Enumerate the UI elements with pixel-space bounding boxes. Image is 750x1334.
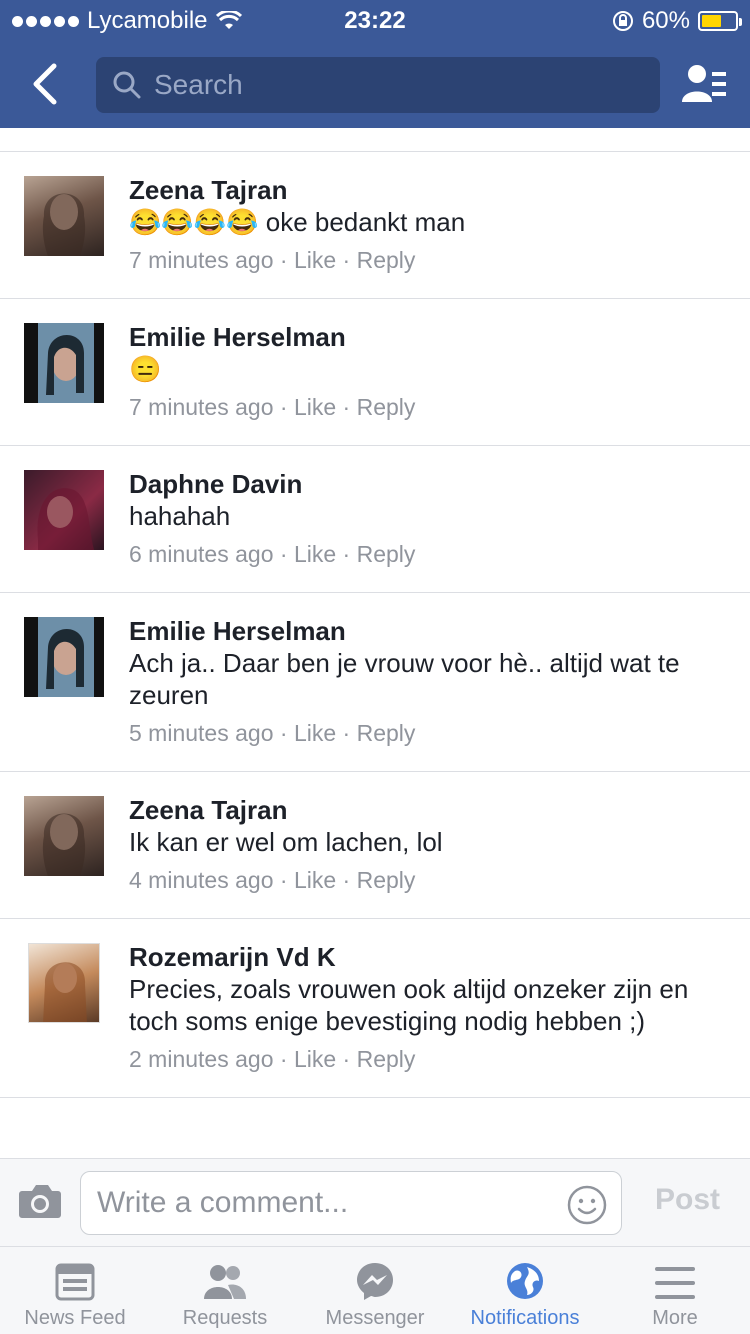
reply-button[interactable]: Reply	[357, 394, 416, 420]
news-feed-icon	[55, 1263, 95, 1301]
reply-button[interactable]: Reply	[357, 867, 416, 893]
like-button[interactable]: Like	[294, 541, 336, 567]
comment-item: Zeena Tajran 😂😂😂😂 oke bedankt man 7 minu…	[0, 152, 750, 299]
tab-notifications[interactable]: Notifications	[450, 1247, 600, 1334]
battery-icon	[698, 11, 742, 31]
comment-time: 7 minutes ago	[129, 394, 274, 420]
comment-item: Emilie Herselman Ach ja.. Daar ben je vr…	[0, 593, 750, 772]
tab-news-feed[interactable]: News Feed	[0, 1247, 150, 1334]
comment-meta: 7 minutes ago · Like · Reply	[129, 394, 416, 420]
comment-field[interactable]	[80, 1171, 622, 1235]
avatar[interactable]	[24, 617, 104, 697]
requests-icon	[204, 1265, 246, 1299]
comment-meta: 4 minutes ago · Like · Reply	[129, 867, 416, 893]
like-button[interactable]: Like	[294, 720, 336, 746]
like-button[interactable]: Like	[294, 1046, 336, 1072]
comment-meta: 2 minutes ago · Like · Reply	[129, 1046, 416, 1072]
reply-button[interactable]: Reply	[357, 541, 416, 567]
avatar[interactable]	[24, 796, 104, 876]
comment-meta: 5 minutes ago · Like · Reply	[129, 720, 416, 746]
comment-body: Ik kan er wel om lachen, lol	[129, 827, 443, 857]
tab-label: Requests	[182, 1307, 268, 1329]
navigation-bar: Search	[0, 40, 750, 128]
comment-author[interactable]: Emilie Herselman	[129, 615, 730, 647]
tab-more[interactable]: More	[600, 1247, 750, 1334]
comment-text: 😂😂😂😂 oke bedankt man	[129, 206, 730, 238]
tab-label: Messenger	[325, 1307, 425, 1329]
camera-icon[interactable]	[18, 1183, 62, 1219]
comment-item: Rozemarijn Vd K Precies, zoals vrouwen o…	[0, 919, 750, 1098]
battery-percent: 60%	[641, 7, 690, 34]
comment-time: 4 minutes ago	[129, 867, 274, 893]
avatar[interactable]	[24, 176, 104, 256]
tab-requests[interactable]: Requests	[150, 1247, 300, 1334]
reply-button[interactable]: Reply	[357, 1046, 416, 1072]
avatar[interactable]	[28, 943, 100, 1023]
tab-label: Notifications	[470, 1307, 580, 1329]
comment-item: Zeena Tajran Ik kan er wel om lachen, lo…	[0, 772, 750, 919]
avatar[interactable]	[24, 323, 104, 403]
like-button[interactable]: Like	[294, 867, 336, 893]
comment-author[interactable]: Emilie Herselman	[129, 321, 730, 353]
comment-item: Emilie Herselman 😑 7 minutes ago · Like …	[0, 299, 750, 446]
status-bar: Lycamobile 23:22 60%	[0, 0, 750, 40]
comment-time: 5 minutes ago	[129, 720, 274, 746]
comment-body: Ach ja.. Daar ben je vrouw voor hè.. alt…	[129, 648, 680, 710]
like-button[interactable]: Like	[294, 394, 336, 420]
comment-time: 6 minutes ago	[129, 541, 274, 567]
menu-icon	[655, 1267, 695, 1299]
rotation-lock-icon	[612, 11, 633, 31]
comment-time: 7 minutes ago	[129, 247, 274, 273]
reply-button[interactable]: Reply	[357, 720, 416, 746]
comment-text-input[interactable]	[81, 1172, 541, 1234]
search-input[interactable]: Search	[96, 57, 660, 113]
emoji-tears-of-joy-icon: 😂😂😂😂	[129, 207, 259, 237]
search-placeholder: Search	[154, 69, 243, 100]
tab-bar: News Feed Requests Messenger Notificatio…	[0, 1246, 750, 1334]
feed-top-divider	[0, 128, 750, 152]
messenger-icon	[357, 1263, 393, 1300]
tab-label: More	[652, 1307, 698, 1329]
reply-button[interactable]: Reply	[357, 247, 416, 273]
search-icon	[113, 71, 141, 99]
battery-group: 60%	[612, 7, 742, 35]
comment-text: 😑	[129, 353, 730, 385]
emoji-expressionless-icon: 😑	[129, 354, 162, 384]
like-button[interactable]: Like	[294, 247, 336, 273]
friends-list-icon[interactable]	[680, 62, 728, 106]
comment-author[interactable]: Zeena Tajran	[129, 174, 730, 206]
tab-messenger[interactable]: Messenger	[300, 1247, 450, 1334]
comment-author[interactable]: Zeena Tajran	[129, 794, 730, 826]
comment-composer: Post	[0, 1158, 750, 1246]
comment-author[interactable]: Rozemarijn Vd K	[129, 941, 730, 973]
comment-author[interactable]: Daphne Davin	[129, 468, 730, 500]
sticker-smiley-icon[interactable]	[567, 1185, 607, 1225]
comment-body: oke bedankt man	[265, 207, 466, 237]
back-chevron-icon[interactable]	[26, 62, 66, 106]
battery-fill	[702, 15, 722, 27]
avatar[interactable]	[24, 470, 104, 550]
comment-body: hahahah	[129, 501, 231, 531]
comments-feed[interactable]: Zeena Tajran 😂😂😂😂 oke bedankt man 7 minu…	[0, 128, 750, 1158]
comment-time: 2 minutes ago	[129, 1046, 274, 1072]
comment-meta: 6 minutes ago · Like · Reply	[129, 541, 416, 567]
tab-label: News Feed	[24, 1307, 126, 1329]
post-button[interactable]: Post	[655, 1183, 720, 1217]
comment-meta: 7 minutes ago · Like · Reply	[129, 247, 416, 273]
comment-body: Precies, zoals vrouwen ook altijd onzeke…	[129, 974, 689, 1036]
globe-icon	[507, 1263, 543, 1299]
comment-item: Daphne Davin hahahah 6 minutes ago · Lik…	[0, 446, 750, 593]
